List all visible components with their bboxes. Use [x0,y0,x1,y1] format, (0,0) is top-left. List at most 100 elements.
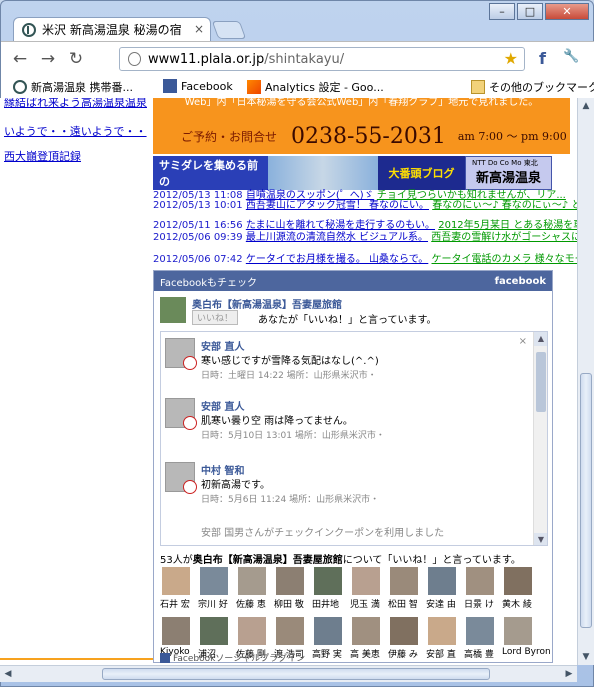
fan-name[interactable]: 黄木 綾 [502,597,532,610]
scroll-thumb[interactable] [580,373,592,628]
page-vertical-scrollbar[interactable]: ▲ ▼ [577,98,594,665]
fan-avatar[interactable] [352,617,380,645]
fan-avatar[interactable] [200,617,228,645]
feed-item: 2012/05/06 07:42 ケータイでお月様を撮る。 山桑ならで。 ケータ… [153,254,577,266]
back-button[interactable]: ← [9,48,31,70]
scroll-thumb[interactable] [536,352,546,412]
fan-avatar[interactable] [238,567,266,595]
fan-avatar[interactable] [504,617,532,645]
wrench-icon[interactable]: 🔧 [563,49,579,64]
bookmark-item[interactable]: Facebook [163,79,233,93]
feed-snippet[interactable]: 2012年5月某日 とある秘湯を車で... [438,220,577,231]
url-host: www11.plala.or.jp [148,51,265,67]
bookmark-label: Facebook [181,79,233,93]
fan-avatar[interactable] [352,567,380,595]
fan-avatar[interactable] [238,617,266,645]
banner-photo[interactable] [268,156,378,190]
analytics-icon [247,80,261,94]
like-status: あなたが「いいね！」と言っています。 [258,315,437,326]
fan-name[interactable]: Lord Byron [502,647,551,657]
scroll-right-icon[interactable]: ▶ [561,666,577,682]
fan-name[interactable]: 安達 由 [426,597,456,610]
fan-avatar[interactable] [390,567,418,595]
fans-page-name[interactable]: 奥白布【新高湯温泉】吾妻屋旅館 [193,555,343,566]
bookmark-item[interactable]: Analytics 設定 - Goo... [247,79,384,95]
left-link[interactable]: いようで・・遠いようで・・ [4,123,147,139]
post-meta: 日時：土曜日 14:22 場所：山形県米沢市・ [201,371,377,381]
fan-avatar[interactable] [466,617,494,645]
phone-number: 0238-55-2031 [291,123,446,149]
fans-summary-tail: について「いいね！」と言っています。 [342,555,521,566]
fan-name[interactable]: 宗川 好 [198,597,228,610]
scroll-down-icon[interactable]: ▼ [578,649,594,665]
facebook-extension-icon[interactable]: f [539,49,546,68]
left-link[interactable]: 縁結ばれ来よう高湯温泉温泉 [4,98,147,110]
fan-avatar[interactable] [314,567,342,595]
facebook-page-name[interactable]: 奥白布【新高湯温泉】吾妻屋旅館 [192,296,342,311]
browser-tab[interactable]: 米沢 新高湯温泉 秘湯の宿 × [13,17,211,41]
fan-avatar[interactable] [162,617,190,645]
feed-link[interactable]: 最上川源流の清流自然水 ビジュアル系。 [246,232,428,243]
banner-docomo[interactable]: NTT Do Co Mo 東北 新高湯温泉 [465,156,552,190]
post-author[interactable]: 安部 直人 [201,338,244,353]
fan-name[interactable]: 児玉 満 [350,597,380,610]
feed-link[interactable]: 西吾妻山にアタック冠雪！ 春なのにい。 [246,200,429,211]
scroll-down-icon[interactable]: ▼ [534,533,547,545]
post-text: 安部 国男さんがチェックインクーポンを利用しました [201,528,445,539]
feed-link[interactable]: ケータイでお月様を撮る。 山桑ならで。 [246,254,428,265]
fan-name[interactable]: 高 美恵 [350,647,380,660]
fan-avatar[interactable] [466,567,494,595]
fan-avatar[interactable] [314,617,342,645]
fan-avatar[interactable] [276,567,304,595]
page-avatar[interactable] [160,297,186,323]
stream-scrollbar[interactable]: ▲ ▼ [533,332,547,545]
fan-avatar[interactable] [390,617,418,645]
fan-avatar[interactable] [162,567,190,595]
scroll-left-icon[interactable]: ◀ [0,666,16,682]
feed-snippet[interactable]: 西吾妻の雪解け水がゴーシャスに流れ見 [431,232,577,243]
fan-avatar[interactable] [276,617,304,645]
fan-avatar[interactable] [428,567,456,595]
fan-avatar[interactable] [504,567,532,595]
like-button[interactable]: いいね！ [192,310,239,325]
maximize-button[interactable]: □ [517,3,543,20]
feed-snippet[interactable]: 春なのにぃ～♪ 春なのにぃ～♪ と... [432,200,577,211]
close-window-button[interactable]: ✕ [545,3,589,20]
fan-name[interactable]: 松田 智 [388,597,418,610]
tab-close-button[interactable]: × [194,22,204,36]
fan-name[interactable]: 伊藤 み [388,647,418,660]
feed-link[interactable]: たまに山を離れて秘湯を走行するのもい。 [246,220,435,231]
reload-button[interactable]: ↻ [65,48,87,70]
minimize-button[interactable]: – [489,3,515,20]
fan-name[interactable]: 佐藤 恵 [236,597,266,610]
new-tab-button[interactable] [211,21,247,39]
scroll-thumb[interactable] [102,668,490,680]
banner-samidare[interactable]: サミダレを集める前の [153,156,268,190]
facebook-logo[interactable]: facebook [495,276,546,287]
feed-snippet[interactable]: ケータイ電話のカメラ 様々なモード... [432,254,578,265]
address-bar[interactable]: www11.plala.or.jp/shintakayu/ ★ [119,47,525,71]
banner-blog[interactable]: 大番頭ブログ [378,156,465,190]
fan-avatar[interactable] [200,567,228,595]
bookmark-item[interactable]: 新高湯温泉 携帯番... [13,79,133,95]
fan-avatar[interactable] [428,617,456,645]
fan-name[interactable]: 日景 け [464,597,494,610]
fan-name[interactable]: 安部 直 [426,647,456,660]
fans-summary: 53人が奥白布【新高湯温泉】吾妻屋旅館について「いいね！」と言っています。 [160,551,521,566]
other-bookmarks[interactable]: その他のブックマーク [471,79,594,95]
social-plugin-label[interactable]: Facebookソーシャルプラグイン [173,651,305,664]
scroll-up-icon[interactable]: ▲ [534,332,547,346]
forward-button[interactable]: → [37,48,59,70]
fan-name[interactable]: 高橋 豊 [464,647,494,660]
post-author[interactable]: 中村 智和 [201,462,244,477]
left-link[interactable]: 西大巓登頂記録 [4,148,81,164]
fan-name[interactable]: 高野 実 [312,647,342,660]
fan-name[interactable]: 石井 宏 [160,597,190,610]
page-horizontal-scrollbar[interactable]: ◀ ▶ [0,665,577,682]
post-author[interactable]: 安部 直人 [201,398,244,413]
window-controls: – □ ✕ [487,3,589,20]
fan-name[interactable]: 田井地 [312,597,339,610]
fan-name[interactable]: 柳田 敬 [274,597,304,610]
scroll-up-icon[interactable]: ▲ [578,98,594,114]
bookmark-star-icon[interactable]: ★ [504,49,518,68]
